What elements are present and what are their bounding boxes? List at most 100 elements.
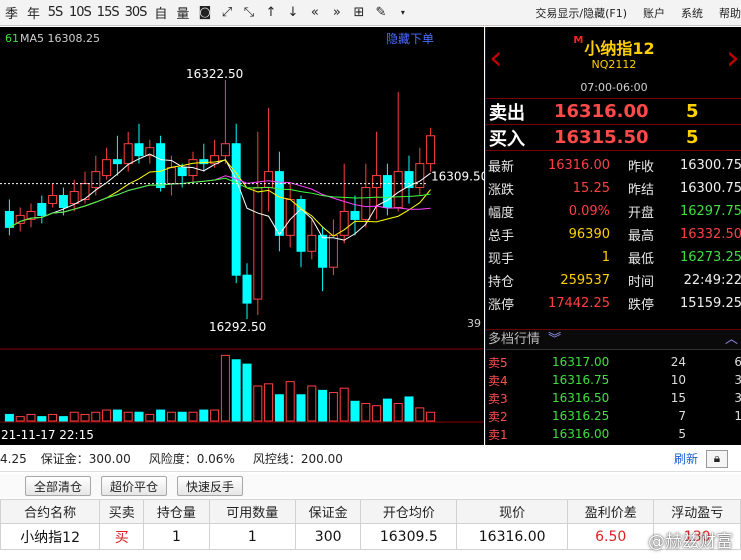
period-15s-button[interactable]: 15S (94, 0, 122, 26)
close-all-button[interactable]: 全部清仓 (25, 476, 92, 496)
over-price-close-button[interactable]: 超价平仓 (101, 476, 168, 496)
toolbar: 季 年 5S 10S 15S 30S 自 量 ◙ ⤢ ⤡ ↑ ↓ « » ⊞ ✎… (0, 0, 741, 26)
candle-body (426, 135, 436, 165)
quote-key-2: 昨收 (628, 160, 655, 175)
buy-row[interactable]: 买入 16315.50 5 (486, 125, 741, 151)
quote-row: 涨跌 15.25 昨结 16300.75 (486, 177, 741, 200)
kline-chart[interactable]: 61 MA5 16308.25 隐藏下单 16322.50 16292.50 1… (0, 27, 484, 445)
dropdown-icon[interactable]: ▾ (391, 0, 413, 26)
period-5s-button[interactable]: 5S (44, 0, 66, 26)
double-down-icon[interactable]: ︾ (548, 332, 561, 347)
high-label: 16322.50 (186, 67, 243, 81)
candle-body (307, 234, 317, 252)
low-label: 16292.50 (209, 320, 266, 334)
custom-period-button[interactable]: 自 (149, 0, 171, 26)
column-header[interactable]: 可用数量 (208, 499, 297, 524)
risk-line-status: 风控线：200.00 (252, 452, 343, 466)
depth-row[interactable]: 卖4 16316.75 10 3 (486, 371, 741, 389)
sell-label: 卖出 (489, 102, 525, 124)
quote-key: 总手 (488, 229, 515, 244)
collapse-icon[interactable]: ︿ (725, 330, 738, 350)
contract-code: NQ2112 (591, 58, 637, 71)
period-year-button[interactable]: 年 (22, 0, 44, 26)
sell-row[interactable]: 卖出 16316.00 5 (486, 99, 741, 125)
circle-tool-icon[interactable]: ◙ (193, 0, 215, 26)
volume-bar (404, 396, 414, 422)
depth-qty: 24 (670, 355, 686, 369)
shrink-icon[interactable]: ⤡ (237, 0, 259, 26)
session-time: 07:00-06:00 (580, 81, 648, 94)
column-header[interactable]: 买卖 (99, 499, 145, 524)
volume-bar (264, 383, 274, 422)
column-header[interactable]: 浮动盈亏 (653, 499, 741, 524)
period-season-button[interactable]: 季 (0, 0, 22, 26)
quote-value: 96390 (568, 227, 610, 242)
quote-value-2: 16297.75 (679, 204, 741, 219)
quote-value: 0.09% (568, 204, 610, 219)
column-header[interactable]: 盈利价差 (566, 499, 655, 524)
depth-row[interactable]: 卖3 16316.50 15 3 (486, 389, 741, 407)
volume-bar (274, 394, 284, 422)
quick-reverse-button[interactable]: 快速反手 (177, 476, 244, 496)
volume-button[interactable]: 量 (171, 0, 193, 26)
arrow-down-icon[interactable]: ↓ (281, 0, 303, 26)
volume-bar (58, 416, 68, 422)
depth-qty: 7 (678, 409, 686, 423)
depth-price: 16316.75 (552, 373, 610, 387)
volume-bar (112, 409, 122, 422)
refresh-link[interactable]: 刷新 (674, 450, 698, 467)
candle-body (253, 187, 263, 300)
depth-row[interactable]: 卖2 16316.25 7 1 (486, 407, 741, 425)
column-header[interactable]: 开仓均价 (360, 499, 458, 524)
column-header[interactable]: 持仓量 (143, 499, 210, 524)
fullscreen-icon[interactable]: ⤢ (215, 0, 237, 26)
quote-key: 现手 (488, 252, 515, 267)
quote-row: 持仓 259537 时间 22:49:22 (486, 269, 741, 292)
depth-level: 卖3 (488, 391, 508, 406)
hide-order-link[interactable]: 隐藏下单 (386, 32, 434, 46)
depth-row[interactable]: 卖1 16316.00 5 (486, 425, 741, 443)
grid-icon[interactable]: ⊞ (347, 0, 369, 26)
pen-icon[interactable]: ✎ (369, 0, 391, 26)
period-10s-button[interactable]: 10S (66, 0, 94, 26)
menu-trade-toggle[interactable]: 交易显示/隐藏(F1) (527, 5, 635, 21)
candle-body (123, 143, 133, 165)
candle-body (48, 195, 58, 204)
menu-help[interactable]: 帮助 (711, 5, 741, 21)
depth-row[interactable]: 卖5 16317.00 24 6 (486, 353, 741, 371)
buy-price: 16315.50 (554, 127, 649, 148)
lock-icon[interactable]: 🔒︎ (706, 450, 728, 468)
depth-price: 16316.50 (552, 391, 610, 405)
position-now: 16316.00 (456, 523, 568, 550)
quote-row: 现手 1 最低 16273.25 (486, 246, 741, 269)
double-left-icon[interactable]: « (303, 0, 325, 26)
position-avail: 1 (208, 523, 297, 550)
contract-name-text: 小纳指12 (584, 39, 655, 58)
candle-body (361, 187, 371, 220)
menu-account[interactable]: 账户 (635, 5, 673, 21)
position-row[interactable]: 小纳指12 买 1 1 300 16309.5 16316.00 6.50 130 (0, 523, 741, 550)
depth-price: 16316.25 (552, 409, 610, 423)
candle-body (58, 195, 68, 208)
column-header[interactable]: 合约名称 (0, 499, 101, 524)
contract-name: M小纳指12 (486, 35, 741, 59)
period-30s-button[interactable]: 30S (122, 0, 150, 26)
depth-header[interactable]: 多档行情 ︾ ︿ (486, 329, 741, 350)
double-right-icon[interactable]: » (325, 0, 347, 26)
quote-key: 持仓 (488, 275, 515, 290)
quote-value: 15.25 (572, 181, 610, 196)
candle-body (231, 143, 241, 276)
candle-body (15, 214, 25, 224)
depth-list: 卖5 16317.00 24 6卖4 16316.75 10 3卖3 16316… (486, 353, 741, 443)
position-margin: 300 (295, 523, 362, 550)
volume-bar (166, 411, 176, 422)
depth-level: 卖2 (488, 409, 508, 424)
quote-row: 涨停 17442.25 跌停 15159.25 (486, 292, 741, 315)
column-header[interactable]: 现价 (456, 499, 568, 524)
menu-system[interactable]: 系统 (673, 5, 711, 21)
arrow-up-icon[interactable]: ↑ (259, 0, 281, 26)
column-header[interactable]: 保证金 (295, 499, 362, 524)
quote-key-2: 最高 (628, 229, 655, 244)
position-open: 16309.5 (360, 523, 458, 550)
quote-key: 涨跌 (488, 183, 515, 198)
